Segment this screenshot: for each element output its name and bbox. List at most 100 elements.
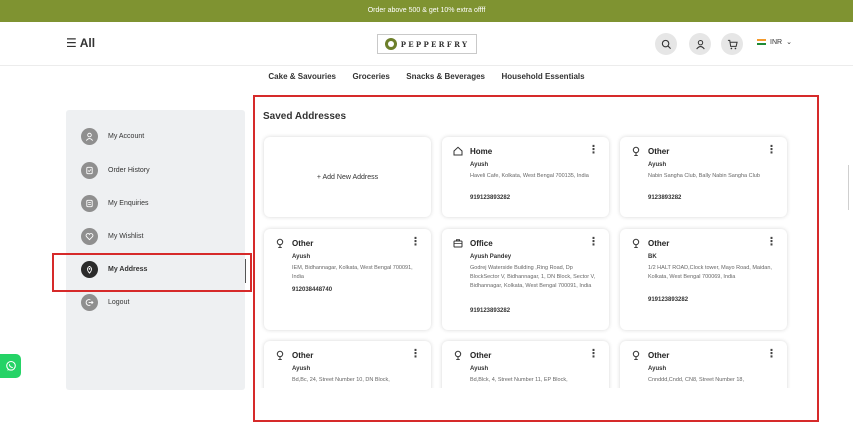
address-phone: 919123893282 bbox=[648, 297, 689, 303]
address-text: Cnnddd,Cndd, CN8, Street Number 18, bbox=[648, 377, 744, 383]
more-options-icon[interactable]: ⋮ bbox=[766, 143, 777, 156]
address-phone: 9123893282 bbox=[648, 195, 682, 201]
briefcase-icon bbox=[453, 239, 463, 248]
home-icon bbox=[453, 146, 463, 156]
more-options-icon[interactable]: ⋮ bbox=[410, 235, 421, 248]
address-type: Office bbox=[470, 238, 493, 248]
address-card: Other ⋮ Ayush Cnnddd,Cndd, CN8, Street N… bbox=[620, 341, 787, 388]
logo-emblem-icon bbox=[384, 38, 397, 50]
category-nav: Cake & Savouries Groceries Snacks & Beve… bbox=[0, 66, 853, 84]
site-header: ☰ All PEPPERFRY INR ⌄ bbox=[0, 22, 853, 66]
whatsapp-chat-button[interactable] bbox=[0, 354, 21, 378]
address-card: Office ⋮ Ayush Pandey Godrej Waterside B… bbox=[442, 229, 609, 330]
address-type: Other bbox=[648, 238, 670, 248]
address-text: Nabin Sangha Club, Bally Nabin Sangha Cl… bbox=[648, 173, 760, 179]
address-card: Other ⋮ Ayush IEM, Bidhannagar, Kolkata,… bbox=[264, 229, 431, 330]
all-menu-label: All bbox=[79, 36, 96, 50]
sidebar-item-my-wishlist[interactable]: My Wishlist bbox=[81, 225, 143, 247]
page-title: Saved Addresses bbox=[263, 111, 347, 122]
address-name: Ayush bbox=[470, 366, 489, 372]
more-options-icon[interactable]: ⋮ bbox=[410, 347, 421, 360]
currency-selector[interactable]: INR ⌄ bbox=[757, 38, 792, 46]
site-logo[interactable]: PEPPERFRY bbox=[377, 34, 477, 54]
more-options-icon[interactable]: ⋮ bbox=[766, 347, 777, 360]
sidebar-item-my-address[interactable]: My Address bbox=[81, 258, 147, 280]
address-type: Other bbox=[292, 350, 314, 360]
address-name: Ayush bbox=[470, 162, 489, 168]
address-text: Bd,Bc, 24, Street Number 10, DN Block, bbox=[292, 377, 390, 383]
account-button[interactable] bbox=[689, 33, 711, 55]
user-icon bbox=[81, 127, 98, 145]
address-name: Ayush Pandey bbox=[470, 254, 512, 260]
sidebar-item-label: My Account bbox=[108, 132, 145, 140]
more-options-icon[interactable]: ⋮ bbox=[766, 235, 777, 248]
logo-text: PEPPERFRY bbox=[400, 39, 470, 49]
logout-icon bbox=[81, 293, 98, 311]
page-scrollbar[interactable] bbox=[848, 165, 849, 210]
search-button[interactable] bbox=[655, 33, 677, 55]
sidebar-item-order-history[interactable]: Order History bbox=[81, 159, 150, 181]
address-name: Ayush bbox=[648, 162, 667, 168]
category-groceries[interactable]: Groceries bbox=[352, 68, 389, 86]
currency-label: INR bbox=[770, 38, 783, 46]
cart-button[interactable] bbox=[721, 33, 743, 55]
promo-banner: Order above 500 & get 10% extra offff bbox=[0, 0, 853, 22]
add-new-address-button[interactable]: + Add New Address bbox=[264, 137, 431, 217]
location-pin-icon bbox=[81, 260, 98, 278]
address-card: Other ⋮ Ayush Bd,Blck, 4, Street Number … bbox=[442, 341, 609, 388]
address-text: 1/2 HALT ROAD,Clock tower, Mayo Road, Ma… bbox=[648, 265, 772, 280]
sidebar-item-my-account[interactable]: My Account bbox=[81, 125, 144, 147]
more-options-icon[interactable]: ⋮ bbox=[588, 143, 599, 156]
address-phone: 919123893282 bbox=[470, 308, 511, 314]
order-history-icon bbox=[81, 161, 98, 179]
more-options-icon[interactable]: ⋮ bbox=[588, 347, 599, 360]
address-name: BK bbox=[648, 254, 657, 260]
sidebar-item-label: Order History bbox=[108, 166, 150, 174]
address-name: Ayush bbox=[648, 366, 667, 372]
address-card: Other ⋮ Ayush Nabin Sangha Club, Bally N… bbox=[620, 137, 787, 217]
category-household-essentials[interactable]: Household Essentials bbox=[501, 68, 584, 86]
address-type: Other bbox=[648, 350, 670, 360]
pin-icon bbox=[276, 350, 284, 360]
pin-icon bbox=[276, 238, 284, 248]
more-options-icon[interactable]: ⋮ bbox=[588, 235, 599, 248]
heart-icon bbox=[81, 227, 98, 245]
address-name: Ayush bbox=[292, 254, 311, 260]
account-sidebar: My Account Order History My Enquiries My… bbox=[66, 110, 246, 390]
hamburger-icon: ☰ bbox=[66, 36, 77, 50]
address-type: Other bbox=[292, 238, 314, 248]
pin-icon bbox=[632, 146, 640, 156]
address-card: Other ⋮ BK 1/2 HALT ROAD,Clock tower, Ma… bbox=[620, 229, 787, 330]
address-text: IEM, Bidhannagar, Kolkata, West Bengal 7… bbox=[292, 265, 413, 280]
active-indicator bbox=[245, 259, 246, 283]
category-snacks-beverages[interactable]: Snacks & Beverages bbox=[406, 68, 485, 86]
pin-icon bbox=[632, 238, 640, 248]
sidebar-item-label: My Enquiries bbox=[108, 199, 149, 207]
sidebar-item-label: My Wishlist bbox=[108, 232, 144, 240]
saved-addresses-panel: Saved Addresses + Add New Address Home ⋮… bbox=[255, 97, 818, 388]
enquiries-icon bbox=[81, 194, 98, 212]
cart-icon bbox=[727, 39, 738, 49]
address-card: Home ⋮ Ayush Haveli Cafe, Kolkata, West … bbox=[442, 137, 609, 217]
address-type: Other bbox=[648, 146, 670, 156]
promo-text: Order above 500 & get 10% extra offff bbox=[367, 7, 486, 14]
address-phone: 919123893282 bbox=[470, 195, 511, 201]
sidebar-item-logout[interactable]: Logout bbox=[81, 291, 129, 313]
category-cake-savouries[interactable]: Cake & Savouries bbox=[268, 68, 336, 86]
chevron-down-icon: ⌄ bbox=[786, 39, 792, 46]
address-type: Home bbox=[470, 146, 493, 156]
all-menu-button[interactable]: ☰ All bbox=[66, 36, 95, 50]
address-phone: 912038448740 bbox=[292, 287, 333, 293]
address-type: Other bbox=[470, 350, 492, 360]
address-text: Haveli Cafe, Kolkata, West Bengal 700135… bbox=[470, 173, 589, 179]
add-address-label: + Add New Address bbox=[316, 173, 379, 181]
india-flag-icon bbox=[757, 39, 766, 45]
sidebar-item-my-enquiries[interactable]: My Enquiries bbox=[81, 192, 148, 214]
sidebar-item-label: My Address bbox=[108, 265, 148, 273]
pin-icon bbox=[454, 350, 462, 360]
address-text: Godrej Waterside Building ,Ring Road, Dp… bbox=[470, 265, 596, 289]
pin-icon bbox=[632, 350, 640, 360]
address-text: Bd,Blck, 4, Street Number 11, EP Block, bbox=[470, 377, 568, 383]
search-icon bbox=[661, 39, 671, 49]
address-card: Other ⋮ Ayush Bd,Bc, 24, Street Number 1… bbox=[264, 341, 431, 388]
